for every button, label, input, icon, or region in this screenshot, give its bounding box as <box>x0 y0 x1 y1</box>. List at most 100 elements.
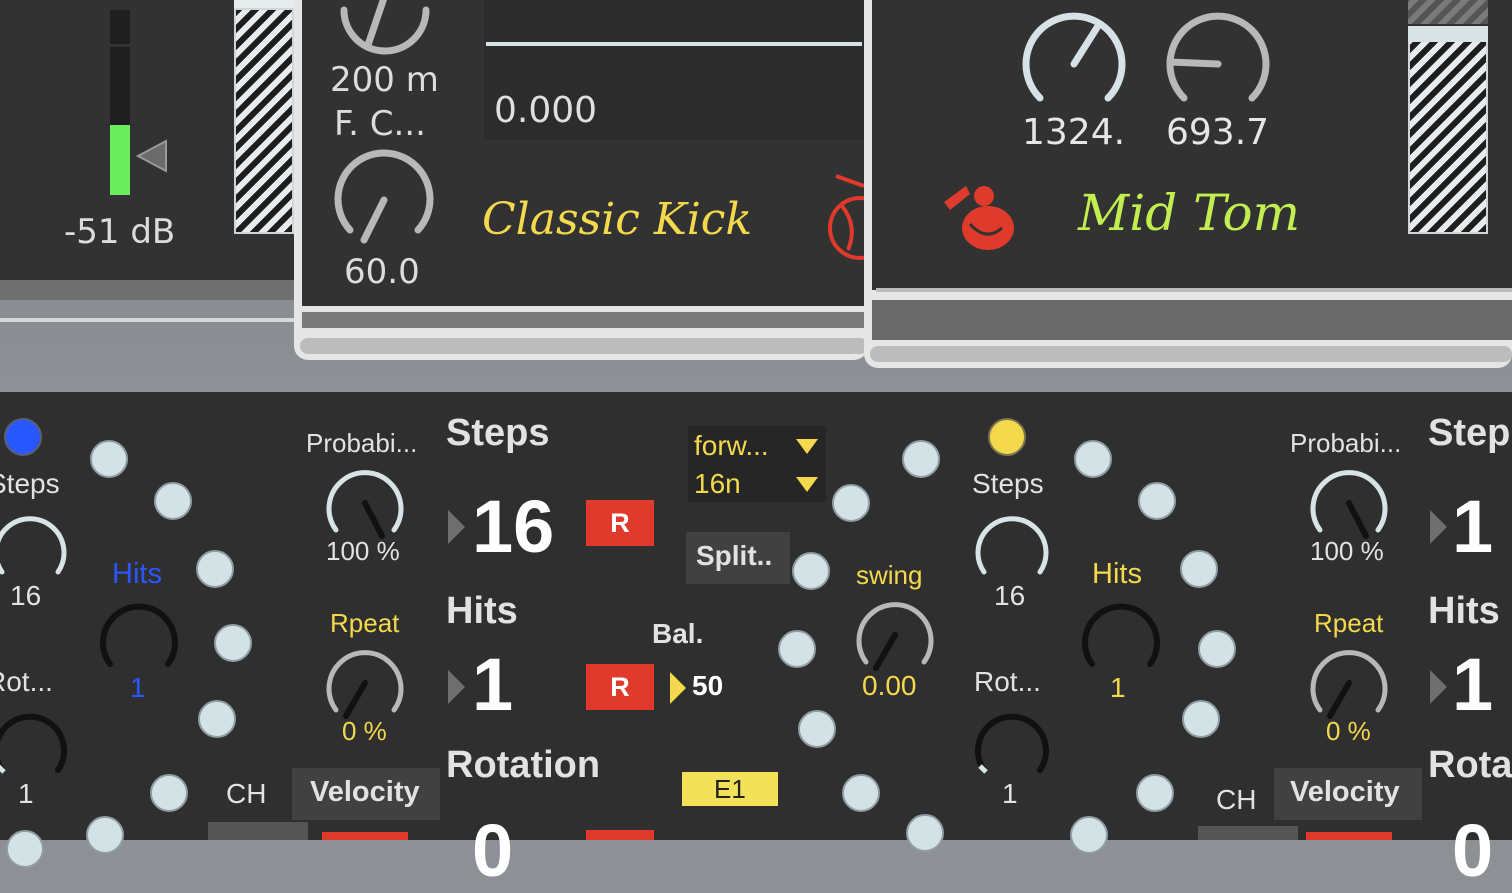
probability-knob-right[interactable] <box>1308 462 1390 544</box>
rot-knob-right[interactable] <box>972 704 1052 784</box>
step-dot[interactable] <box>214 624 252 662</box>
step-dot[interactable] <box>1198 630 1236 668</box>
rotation-big-label-right: Rota <box>1428 744 1512 786</box>
hits-knob-right[interactable] <box>1080 596 1162 678</box>
swing-value: 0.00 <box>862 670 917 701</box>
step-dot[interactable] <box>1070 816 1108 854</box>
steps-big-value[interactable]: 16 <box>472 484 554 569</box>
right-meter-top <box>1408 0 1488 24</box>
classic-kick-knob[interactable] <box>328 148 440 258</box>
step-dot[interactable] <box>90 440 128 478</box>
ch-label-left: CH <box>226 778 267 809</box>
classic-kick-scrollbar[interactable] <box>300 338 868 354</box>
step-dot[interactable] <box>842 774 880 812</box>
step-dot[interactable] <box>906 814 944 852</box>
step-dot[interactable] <box>1180 550 1218 588</box>
monkey-trumpet-icon <box>944 186 1014 250</box>
rate-value: 16n <box>694 468 741 499</box>
step-dot[interactable] <box>6 830 44 868</box>
hits-big-value-right[interactable]: 1 <box>1452 642 1493 727</box>
step-dot[interactable] <box>1138 482 1176 520</box>
left-hatched-meter-cap <box>234 0 294 8</box>
balance-value[interactable]: 50 <box>692 670 723 702</box>
steps-big-value-right[interactable]: 1 <box>1452 484 1493 569</box>
swing-knob[interactable] <box>854 594 936 676</box>
hits-big-value[interactable]: 1 <box>472 642 513 727</box>
chevron-down-icon[interactable] <box>794 436 820 456</box>
balance-arrow-icon[interactable] <box>668 670 688 706</box>
step-dot[interactable] <box>196 550 234 588</box>
step-dot[interactable] <box>1136 774 1174 812</box>
filter-cutoff-knob-top[interactable] <box>330 0 440 60</box>
steps-big-label-right: Step <box>1428 412 1511 454</box>
balance-label: Bal. <box>652 618 704 649</box>
steps-arrow-icon[interactable] <box>448 510 465 544</box>
chevron-down-icon[interactable] <box>794 474 820 494</box>
direction-value: forw... <box>694 430 769 461</box>
mid-tom-knob-1-value: 1324. <box>1022 112 1126 153</box>
steps-knob-left[interactable] <box>0 506 70 586</box>
meter-marker-icon[interactable] <box>134 139 168 173</box>
sequencer-indicator-left[interactable] <box>4 418 42 456</box>
step-dot[interactable] <box>1182 700 1220 738</box>
mid-tom-knob-1[interactable] <box>1018 8 1130 112</box>
rotation-random-button[interactable] <box>586 830 654 840</box>
step-dot[interactable] <box>798 710 836 748</box>
classic-kick-bottom-value: 60.0 <box>344 252 420 292</box>
step-dot[interactable] <box>150 774 188 812</box>
rot-knob-left[interactable] <box>0 704 70 784</box>
hits-value-left: 1 <box>130 672 146 703</box>
steps-arrow-icon-right[interactable] <box>1430 510 1447 544</box>
probability-knob-left[interactable] <box>324 462 406 544</box>
sequencer-indicator-right[interactable] <box>988 418 1026 456</box>
ch-box-right[interactable] <box>1198 826 1298 840</box>
rotation-big-value[interactable]: 0 <box>472 808 513 893</box>
probability-value-right: 100 % <box>1310 536 1384 566</box>
step-dot[interactable] <box>198 700 236 738</box>
mid-tom-knob-2-value: 693.7 <box>1166 112 1270 153</box>
step-dot[interactable] <box>154 482 192 520</box>
level-meter <box>110 10 130 195</box>
meter-value: -51 dB <box>64 212 176 252</box>
mid-tom-panel-border <box>876 288 1512 292</box>
step-dot[interactable] <box>1074 440 1112 478</box>
ch-box-left[interactable] <box>208 822 308 840</box>
steps-label-left: Steps <box>0 468 60 499</box>
step-dot[interactable] <box>778 630 816 668</box>
classic-kick-knob-label: F. C... <box>334 104 426 144</box>
hits-big-label: Hits <box>446 590 518 632</box>
rotation-big-label: Rotation <box>446 744 601 786</box>
step-dot[interactable] <box>86 816 124 854</box>
right-hatched-meter-cap <box>1408 26 1488 42</box>
left-hatched-meter <box>234 8 294 234</box>
step-dot[interactable] <box>902 440 940 478</box>
hits-knob-left[interactable] <box>98 596 180 678</box>
velocity-bar-left[interactable] <box>322 832 408 840</box>
steps-random-button[interactable]: R <box>586 500 654 546</box>
step-dot[interactable] <box>792 552 830 590</box>
rot-label-right: Rot... <box>974 666 1041 697</box>
repeat-knob-right[interactable] <box>1308 642 1390 724</box>
hits-value-right: 1 <box>1110 672 1126 703</box>
step-dot[interactable] <box>832 484 870 522</box>
hits-label-right: Hits <box>1092 558 1142 590</box>
velocity-bar-right[interactable] <box>1306 832 1392 840</box>
hits-arrow-icon[interactable] <box>448 670 465 704</box>
steps-value-right: 16 <box>994 580 1026 611</box>
meter-device-bottom-line <box>0 318 300 322</box>
hits-arrow-icon-right[interactable] <box>1430 670 1447 704</box>
envelope-value: 0.000 <box>494 90 598 131</box>
mid-tom-title: Mid Tom <box>1078 184 1301 242</box>
rot-label-left: Rot... <box>0 666 53 697</box>
mid-tom-scrollbar[interactable] <box>870 346 1512 362</box>
rot-value-right: 1 <box>1002 778 1018 809</box>
hits-random-button[interactable]: R <box>586 664 654 710</box>
probability-label-left: Probabi... <box>306 428 418 458</box>
repeat-knob-left[interactable] <box>324 642 406 724</box>
rotation-big-value-right[interactable]: 0 <box>1452 808 1493 893</box>
mid-tom-knob-2[interactable] <box>1162 8 1274 112</box>
right-hatched-meter <box>1408 40 1488 234</box>
hits-big-label-right: Hits <box>1428 590 1500 632</box>
steps-knob-right[interactable] <box>972 506 1052 586</box>
split-label: Split.. <box>696 540 773 571</box>
